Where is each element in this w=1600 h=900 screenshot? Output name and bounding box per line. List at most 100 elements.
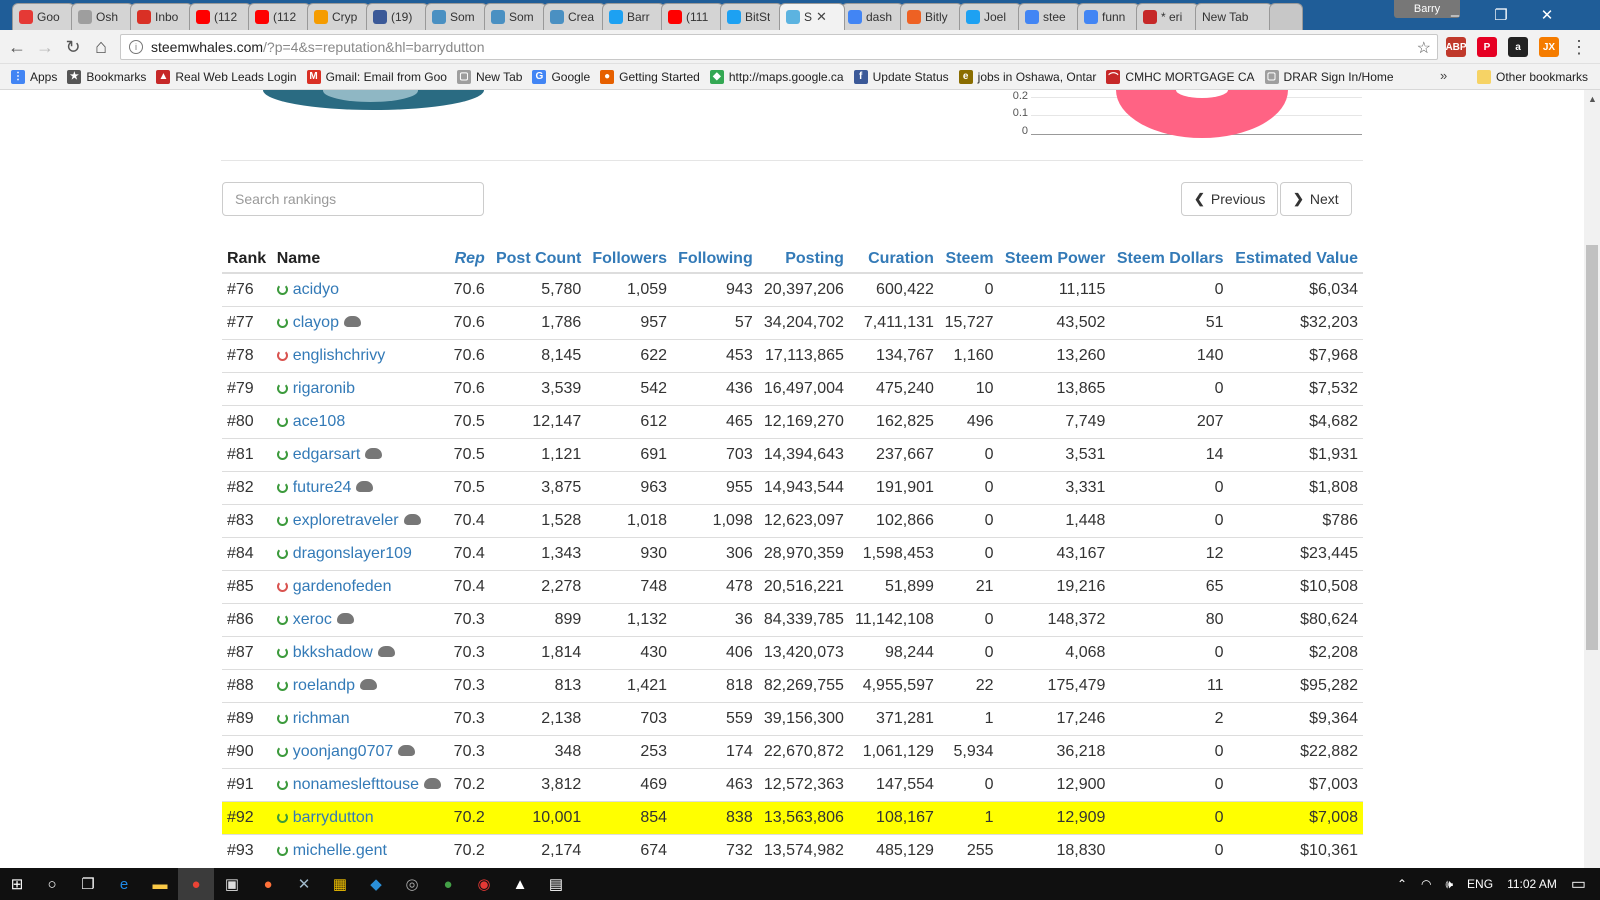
browser-tab[interactable]: stee (1018, 3, 1081, 30)
bookmark-item[interactable]: ⋮ Apps (6, 66, 62, 88)
next-button[interactable]: ❯ Next (1280, 182, 1352, 216)
col-steem-power-sort[interactable]: Steem Power (998, 245, 1111, 274)
edge-taskbar-icon[interactable]: e (106, 868, 142, 900)
bookmark-item[interactable]: ★ Bookmarks (62, 66, 151, 88)
bookmarks-overflow-icon[interactable]: » (1440, 68, 1447, 83)
bookmark-item[interactable]: e jobs in Oshawa, Ontar (954, 66, 1102, 88)
browser-tab[interactable]: Som (484, 3, 547, 30)
restore-button[interactable]: ❐ (1478, 0, 1524, 30)
app-red-taskbar-icon[interactable]: ◉ (466, 868, 502, 900)
bookmark-item[interactable]: G Google (527, 66, 595, 88)
username-link[interactable]: dragonslayer109 (293, 545, 412, 562)
reload-button[interactable]: ↻ (62, 36, 84, 58)
app-x-taskbar-icon[interactable]: ✕ (286, 868, 322, 900)
volume-icon[interactable]: 🕪 (1445, 877, 1453, 892)
col-curation-sort[interactable]: Curation (848, 245, 939, 274)
other-bookmarks[interactable]: Other bookmarks (1472, 66, 1593, 88)
browser-tab[interactable]: (111 (661, 3, 724, 30)
col-estimated-value-sort[interactable]: Estimated Value (1228, 245, 1363, 274)
browser-tab[interactable]: BitSt (720, 3, 783, 30)
col-posting-sort[interactable]: Posting (757, 245, 849, 274)
username-link[interactable]: roelandp (293, 677, 355, 694)
scroll-up-icon[interactable]: ▲ (1588, 94, 1597, 104)
browser-tab[interactable]: (112 (248, 3, 311, 30)
page-scrollbar[interactable]: ▲ (1584, 90, 1600, 868)
username-link[interactable]: gardenofeden (293, 578, 392, 595)
close-button[interactable]: ✕ (1524, 0, 1570, 30)
username-link[interactable]: barrydutton (293, 809, 374, 826)
forward-button[interactable]: → (34, 36, 56, 58)
back-button[interactable]: ← (6, 36, 28, 58)
col-steem-dollars-sort[interactable]: Steem Dollars (1110, 245, 1229, 274)
task-view-taskbar-icon[interactable]: ❐ (70, 868, 106, 900)
cortana-taskbar-icon[interactable]: ○ (34, 868, 70, 900)
app-green-taskbar-icon[interactable]: ● (430, 868, 466, 900)
col-followers-sort[interactable]: Followers (586, 245, 673, 274)
tab-close-icon[interactable]: ✕ (816, 9, 827, 25)
address-bar[interactable]: i steemwhales.com/?p=4&s=reputation&hl=b… (120, 34, 1438, 60)
browser-tab[interactable]: (19) (366, 3, 429, 30)
username-link[interactable]: rigaronib (293, 380, 355, 397)
notifications-icon[interactable]: ▭ (1571, 874, 1586, 894)
col-rep-sort[interactable]: Rep (448, 245, 490, 274)
col-steem-sort[interactable]: Steem (938, 245, 999, 274)
search-rankings-input[interactable] (222, 182, 484, 216)
new-tab-tab[interactable]: New Tab (1195, 3, 1273, 30)
app-globe-taskbar-icon[interactable]: ◎ (394, 868, 430, 900)
bookmark-item[interactable]: M Gmail: Email from Goo (302, 66, 452, 88)
browser-tab[interactable]: Barr (602, 3, 665, 30)
browser-tab[interactable]: Osh (71, 3, 134, 30)
chrome-taskbar-icon[interactable]: ● (178, 868, 214, 900)
username-link[interactable]: acidyo (293, 281, 339, 298)
browser-tab[interactable]: Crea (543, 3, 606, 30)
minimize-button[interactable]: – (1432, 0, 1478, 30)
home-button[interactable]: ⌂ (90, 36, 112, 58)
browser-tab[interactable]: Inbo (130, 3, 193, 30)
network-icon[interactable]: ◠ (1421, 877, 1431, 891)
clock[interactable]: 11:02 AM (1507, 877, 1557, 891)
browser-tab[interactable]: Cryp (307, 3, 370, 30)
browser-tab[interactable]: dash (841, 3, 904, 30)
col-post-count-sort[interactable]: Post Count (489, 245, 587, 274)
browser-tab[interactable]: Joel (959, 3, 1022, 30)
browser-tab[interactable]: funn (1077, 3, 1140, 30)
photos-taskbar-icon[interactable]: ▲ (502, 868, 538, 900)
language-indicator[interactable]: ENG (1467, 877, 1493, 891)
browser-tab[interactable]: (112 (189, 3, 252, 30)
bookmark-item[interactable]: ▢ DRAR Sign In/Home (1260, 66, 1399, 88)
username-link[interactable]: richman (293, 710, 350, 727)
bookmark-item[interactable]: ▢ New Tab (452, 66, 527, 88)
username-link[interactable]: yoonjang0707 (293, 743, 394, 760)
username-link[interactable]: xeroc (293, 611, 332, 628)
bookmark-item[interactable]: ◆ http://maps.google.ca (705, 66, 849, 88)
bookmark-star-icon[interactable]: ☆ (1417, 38, 1431, 58)
browser-tab[interactable]: Som (425, 3, 488, 30)
bookmark-item[interactable]: f Update Status (849, 66, 954, 88)
bookmark-item[interactable]: ▲ Real Web Leads Login (151, 66, 301, 88)
scrollbar-thumb[interactable] (1586, 245, 1598, 650)
store-taskbar-icon[interactable]: ▣ (214, 868, 250, 900)
bookmark-item[interactable]: ⌒ CMHC MORTGAGE CA (1101, 66, 1259, 88)
browser-tab[interactable]: Bitly (900, 3, 963, 30)
calc-grid-taskbar-icon[interactable]: ▦ (322, 868, 358, 900)
calculator-taskbar-icon[interactable]: ▤ (538, 868, 574, 900)
extension-icon[interactable]: P (1477, 37, 1497, 57)
extension-icon[interactable]: ABP (1445, 37, 1467, 57)
firefox-taskbar-icon[interactable]: ● (250, 868, 286, 900)
username-link[interactable]: ace108 (293, 413, 346, 430)
username-link[interactable]: michelle.gent (293, 842, 387, 859)
new-tab-button[interactable] (1269, 3, 1303, 30)
info-icon[interactable]: i (129, 40, 143, 54)
tab-active[interactable]: S ✕ (779, 3, 845, 30)
extension-icon[interactable]: a (1508, 37, 1528, 57)
app-diamond-taskbar-icon[interactable]: ◆ (358, 868, 394, 900)
username-link[interactable]: exploretraveler (293, 512, 399, 529)
col-following-sort[interactable]: Following (672, 245, 758, 274)
browser-tab[interactable]: * eri (1136, 3, 1199, 30)
username-link[interactable]: englishchrivy (293, 347, 385, 364)
extension-icon[interactable]: JX (1539, 37, 1559, 57)
username-link[interactable]: bkkshadow (293, 644, 373, 661)
browser-tab[interactable]: Goo (12, 3, 75, 30)
username-link[interactable]: edgarsart (293, 446, 361, 463)
username-link[interactable]: nonameslefttouse (293, 776, 419, 793)
